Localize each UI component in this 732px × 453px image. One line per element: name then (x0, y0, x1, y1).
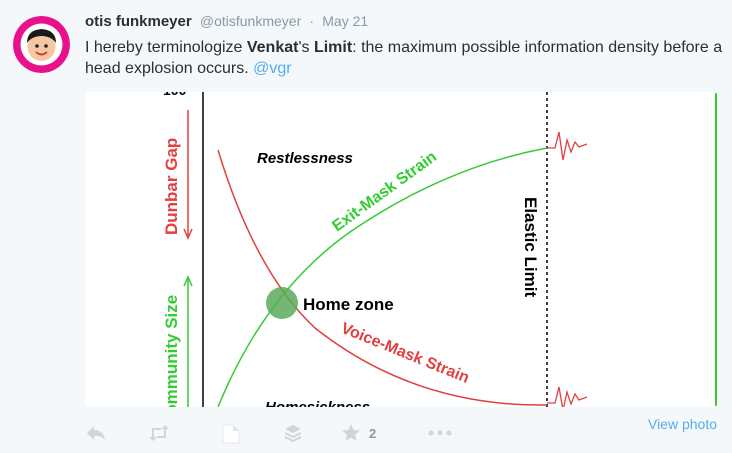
separator-dot: · (309, 13, 315, 29)
avatar-face-icon (13, 16, 70, 73)
tweet-text-bold: Limit (313, 39, 353, 56)
more-icon (428, 430, 452, 436)
stack-button[interactable] (283, 423, 303, 443)
diagram-image: 100 Dunbar Gap Community Size Restlessne… (162, 92, 717, 407)
mention-link[interactable]: @vgr (253, 60, 291, 77)
axis-top-label: 100 (163, 92, 187, 98)
tweet-text-part: 's (298, 39, 314, 56)
author-name[interactable]: otis funkmeyer (85, 13, 192, 30)
tweet-text: I hereby terminologize Venkat's Limit: t… (85, 37, 725, 79)
home-zone-marker (266, 287, 298, 319)
page-icon (222, 424, 240, 444)
tweet-text-bold: Venkat (246, 39, 299, 56)
voice-mask-label: Voice-Mask Strain (339, 320, 472, 387)
community-size-label: Community Size (162, 295, 181, 407)
elastic-limit-label: Elastic Limit (521, 197, 540, 297)
retweet-button[interactable] (147, 423, 171, 443)
homesickness-label: Homesickness (265, 399, 370, 407)
share-button[interactable] (221, 423, 241, 445)
favorite-button[interactable]: 2 (341, 423, 376, 443)
tweet-media-image[interactable]: 100 Dunbar Gap Community Size Restlessne… (85, 92, 718, 407)
tweet-date[interactable]: May 21 (322, 13, 368, 29)
reply-button[interactable] (85, 423, 107, 443)
restlessness-label: Restlessness (257, 150, 353, 167)
avatar[interactable] (13, 16, 70, 73)
author-handle[interactable]: @otisfunkmeyer (200, 13, 301, 29)
tweet-header: otis funkmeyer @otisfunkmeyer · May 21 (85, 13, 368, 30)
favorite-count: 2 (369, 425, 377, 441)
layers-icon (284, 425, 302, 443)
reply-icon (87, 426, 105, 440)
more-button[interactable] (427, 423, 453, 443)
view-photo-link[interactable]: View photo (648, 416, 717, 432)
squiggle-bottom (547, 386, 588, 407)
tweet-text-part: I hereby terminologize (85, 39, 247, 56)
home-zone-label: Home zone (303, 295, 394, 314)
dunbar-gap-label: Dunbar Gap (162, 138, 181, 235)
squiggle-top (547, 131, 588, 161)
star-icon (342, 424, 360, 441)
retweet-icon (149, 425, 169, 441)
